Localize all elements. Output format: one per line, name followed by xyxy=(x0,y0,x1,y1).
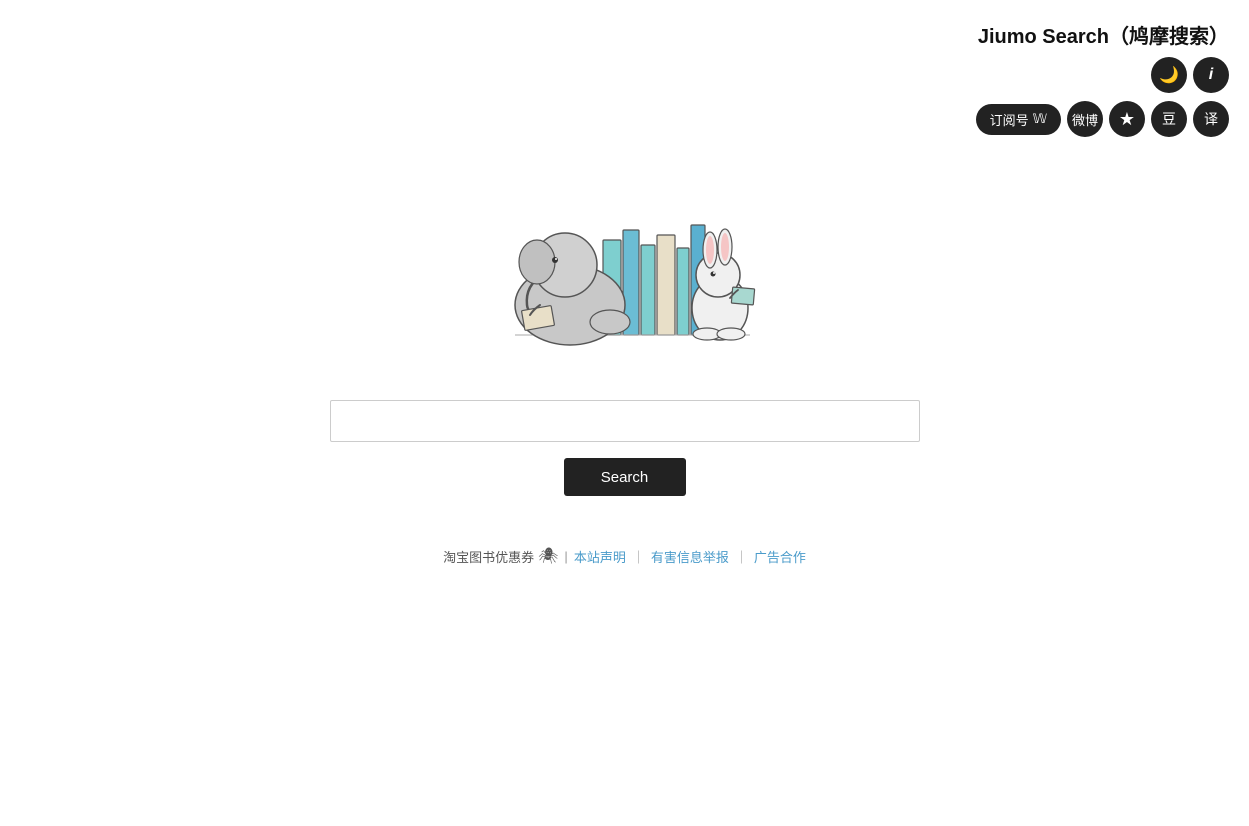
spider-icon: 🕷 xyxy=(538,546,558,566)
separator-3: ｜ xyxy=(735,547,748,566)
illustration xyxy=(455,160,795,360)
translate-icon[interactable]: 译 xyxy=(1193,101,1229,137)
moon-icon[interactable]: 🌙 xyxy=(1151,57,1187,93)
separator-1: | xyxy=(564,549,567,564)
footer-links: 淘宝图书优惠券 🕷 | 本站声明 ｜ 有害信息举报 ｜ 广告合作 xyxy=(443,546,806,566)
search-input[interactable] xyxy=(330,400,920,442)
icon-row-top: 🌙 i xyxy=(1151,57,1229,93)
separator-2: ｜ xyxy=(632,547,645,566)
subscribe-button[interactable]: 订阅号 𝕎 xyxy=(976,104,1061,135)
taobao-coupon-link[interactable]: 淘宝图书优惠券 🕷 xyxy=(443,546,558,566)
info-icon[interactable]: i xyxy=(1193,57,1229,93)
header-top-right: Jiumo Search（鸠摩搜索） 🌙 i 订阅号 𝕎 微博 ★ 豆 译 xyxy=(976,20,1229,137)
icon-row-bottom: 订阅号 𝕎 微博 ★ 豆 译 xyxy=(976,101,1229,137)
report-link[interactable]: 有害信息举报 xyxy=(651,547,729,566)
illustration-svg xyxy=(455,160,795,360)
star-icon[interactable]: ★ xyxy=(1109,101,1145,137)
taobao-text: 淘宝图书优惠券 xyxy=(443,547,534,566)
wechat-icon: 𝕎 xyxy=(1033,111,1047,127)
ad-cooperation-link[interactable]: 广告合作 xyxy=(754,547,806,566)
douban-icon[interactable]: 豆 xyxy=(1151,101,1187,137)
site-statement-link[interactable]: 本站声明 xyxy=(574,547,626,566)
subscribe-label: 订阅号 xyxy=(990,110,1029,129)
search-button[interactable]: Search xyxy=(564,458,686,496)
site-title: Jiumo Search（鸠摩搜索） xyxy=(978,20,1229,49)
weibo-icon[interactable]: 微博 xyxy=(1067,101,1103,137)
